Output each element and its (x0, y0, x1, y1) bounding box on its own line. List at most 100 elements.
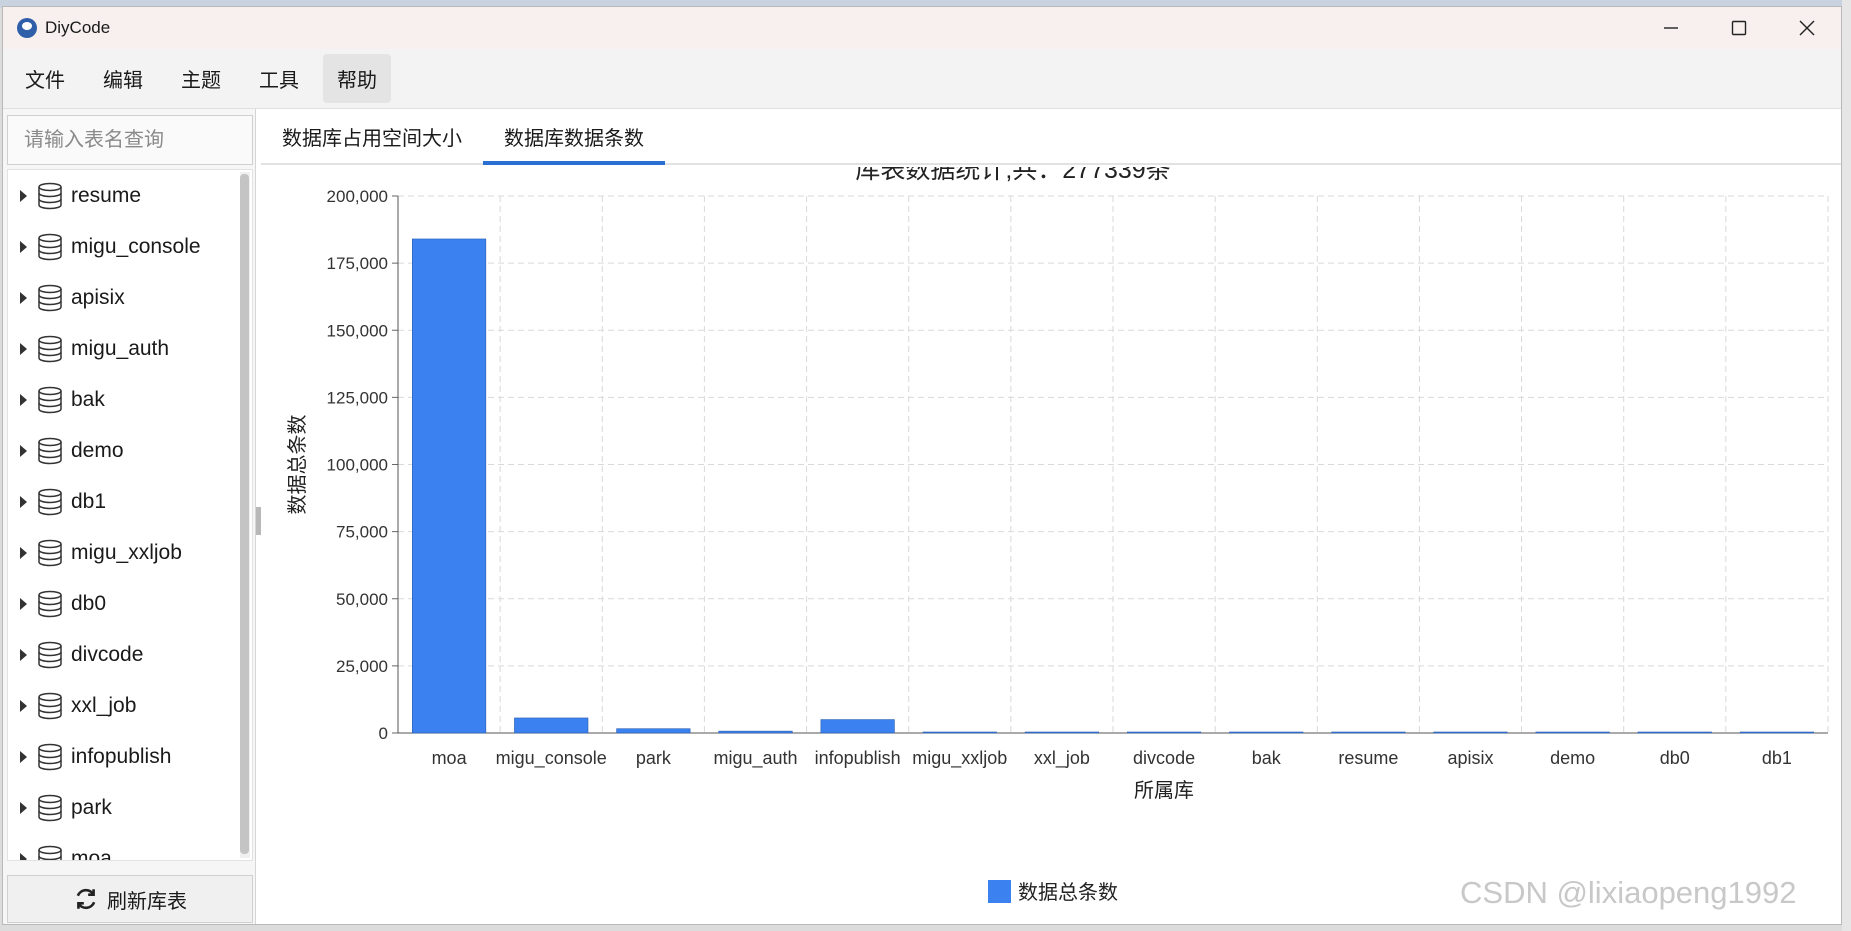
tree-item-label: infopublish (71, 744, 172, 768)
x-tick-label: migu_console (496, 748, 607, 769)
bar-resume (1331, 731, 1406, 734)
database-tree: resume migu_consoleapisix migu_authbak demo… (7, 169, 253, 861)
expand-arrow-icon[interactable] (20, 342, 27, 355)
bar-chart-container: 库表数据统计,共：277339条 0 25,000 50,000 75,000 100,0… (261, 156, 1841, 924)
database-icon (38, 794, 62, 821)
y-tick-label: 25,000 (336, 657, 388, 676)
expand-arrow-icon[interactable] (20, 801, 27, 814)
tree-item-xxl-job[interactable]: xxl_job (8, 680, 252, 731)
tree-item-db0[interactable]: db0 (8, 578, 252, 629)
scrollbar-thumb[interactable] (240, 174, 249, 854)
bar-db1 (1739, 731, 1814, 734)
legend-label: 数据总条数 (1018, 881, 1118, 904)
tab-bar: 数据库占用空间大小 数据库数据条数 (261, 109, 1841, 165)
tree-item-migu-auth[interactable]: migu_auth (8, 323, 252, 374)
tree-item-demo[interactable]: demo (8, 425, 252, 476)
bar-chart: 库表数据统计,共：277339条 0 25,000 50,000 75,000 100,0… (286, 156, 1829, 904)
y-tick-label: 0 (379, 724, 388, 743)
main-panel: 数据库占用空间大小 数据库数据条数 库表数据统计,共：277339条 0 25,00… (261, 109, 1841, 924)
tree-item-label: divcode (71, 642, 144, 666)
expand-arrow-icon[interactable] (20, 291, 27, 304)
menu-file[interactable]: 文件 (11, 54, 79, 103)
x-tick-label: migu_xxljob (912, 748, 1007, 769)
expand-arrow-icon[interactable] (20, 750, 27, 763)
x-tick-label: xxl_job (1034, 748, 1090, 769)
database-icon (38, 692, 62, 719)
app-window: DiyCode 文件 编辑 主题 工具 帮助 resume migu_consol… (2, 6, 1842, 925)
expand-arrow-icon[interactable] (20, 393, 27, 406)
tree-item-label: bak (71, 387, 105, 411)
x-tick-label: db1 (1762, 748, 1792, 768)
database-icon (38, 845, 62, 860)
sidebar: resume migu_consoleapisix migu_authbak demo… (3, 109, 256, 924)
x-tick-label: db0 (1660, 748, 1690, 768)
tree-item-park[interactable]: park (8, 782, 252, 833)
close-button[interactable] (1773, 7, 1841, 49)
bar-infopublish (820, 719, 895, 734)
expand-arrow-icon[interactable] (20, 495, 27, 508)
window-controls (1637, 7, 1841, 49)
tree-item-apisix[interactable]: apisix (8, 272, 252, 323)
bar-divcode (1126, 731, 1202, 734)
menu-help[interactable]: 帮助 (323, 54, 391, 103)
expand-arrow-icon[interactable] (20, 444, 27, 457)
tree-item-label: demo (71, 438, 124, 462)
y-tick-label: 150,000 (327, 321, 388, 340)
database-icon (38, 386, 62, 413)
x-axis-label: 所属库 (1134, 779, 1194, 802)
expand-arrow-icon[interactable] (20, 240, 27, 253)
database-icon (38, 743, 62, 770)
x-tick-label: bak (1252, 748, 1282, 768)
tree-item-label: park (71, 795, 112, 819)
expand-arrow-icon[interactable] (20, 648, 27, 661)
tab-db-size[interactable]: 数据库占用空间大小 (261, 109, 483, 163)
x-tick-label: demo (1550, 748, 1595, 768)
tree-item-migu-console[interactable]: migu_console (8, 221, 252, 272)
legend-swatch (988, 880, 1011, 903)
title-bar: DiyCode (3, 7, 1841, 49)
tree-item-infopublish[interactable]: infopublish (8, 731, 252, 782)
bar-moa (412, 238, 487, 734)
database-icon (38, 590, 62, 617)
x-tick-label: migu_auth (713, 748, 797, 769)
close-icon (1799, 20, 1815, 36)
tree-item-label: migu_console (71, 234, 201, 258)
tree-item-label: db1 (71, 489, 107, 513)
maximize-button[interactable] (1705, 7, 1773, 49)
tree-item-label: moa (71, 846, 112, 861)
tree-item-moa[interactable]: moa (8, 833, 252, 861)
minimize-icon (1664, 27, 1678, 29)
x-tick-label: apisix (1447, 748, 1493, 768)
menu-theme[interactable]: 主题 (167, 54, 235, 103)
minimize-button[interactable] (1637, 7, 1705, 49)
bar-xxl-job (1024, 731, 1100, 734)
window-title: DiyCode (45, 18, 111, 37)
y-tick-label: 75,000 (336, 523, 388, 542)
expand-arrow-icon[interactable] (20, 189, 27, 202)
y-tick-label: 175,000 (327, 254, 388, 273)
database-icon (38, 284, 62, 311)
database-icon (38, 437, 62, 464)
database-icon (38, 641, 62, 668)
menu-tools[interactable]: 工具 (245, 54, 313, 103)
tree-item-resume[interactable]: resume (8, 170, 252, 221)
menu-edit[interactable]: 编辑 (89, 54, 157, 103)
tree-item-bak[interactable]: bak (8, 374, 252, 425)
tree-item-migu-xxljob[interactable]: migu_xxljob (8, 527, 252, 578)
x-tick-label: park (636, 748, 672, 768)
expand-arrow-icon[interactable] (20, 852, 27, 860)
tree-item-db1[interactable]: db1 (8, 476, 252, 527)
database-icon (38, 539, 62, 566)
tree-item-label: apisix (71, 285, 125, 309)
table-search-input[interactable] (7, 115, 253, 165)
refresh-button[interactable]: 刷新库表 (7, 875, 253, 923)
tree-item-label: resume (71, 183, 142, 207)
expand-arrow-icon[interactable] (20, 699, 27, 712)
expand-arrow-icon[interactable] (20, 546, 27, 559)
database-icon (38, 233, 62, 260)
expand-arrow-icon[interactable] (20, 597, 27, 610)
tab-db-row-count[interactable]: 数据库数据条数 (483, 109, 665, 165)
tree-item-divcode[interactable]: divcode (8, 629, 252, 680)
tree-item-label: db0 (71, 591, 107, 615)
database-icon (38, 335, 62, 362)
